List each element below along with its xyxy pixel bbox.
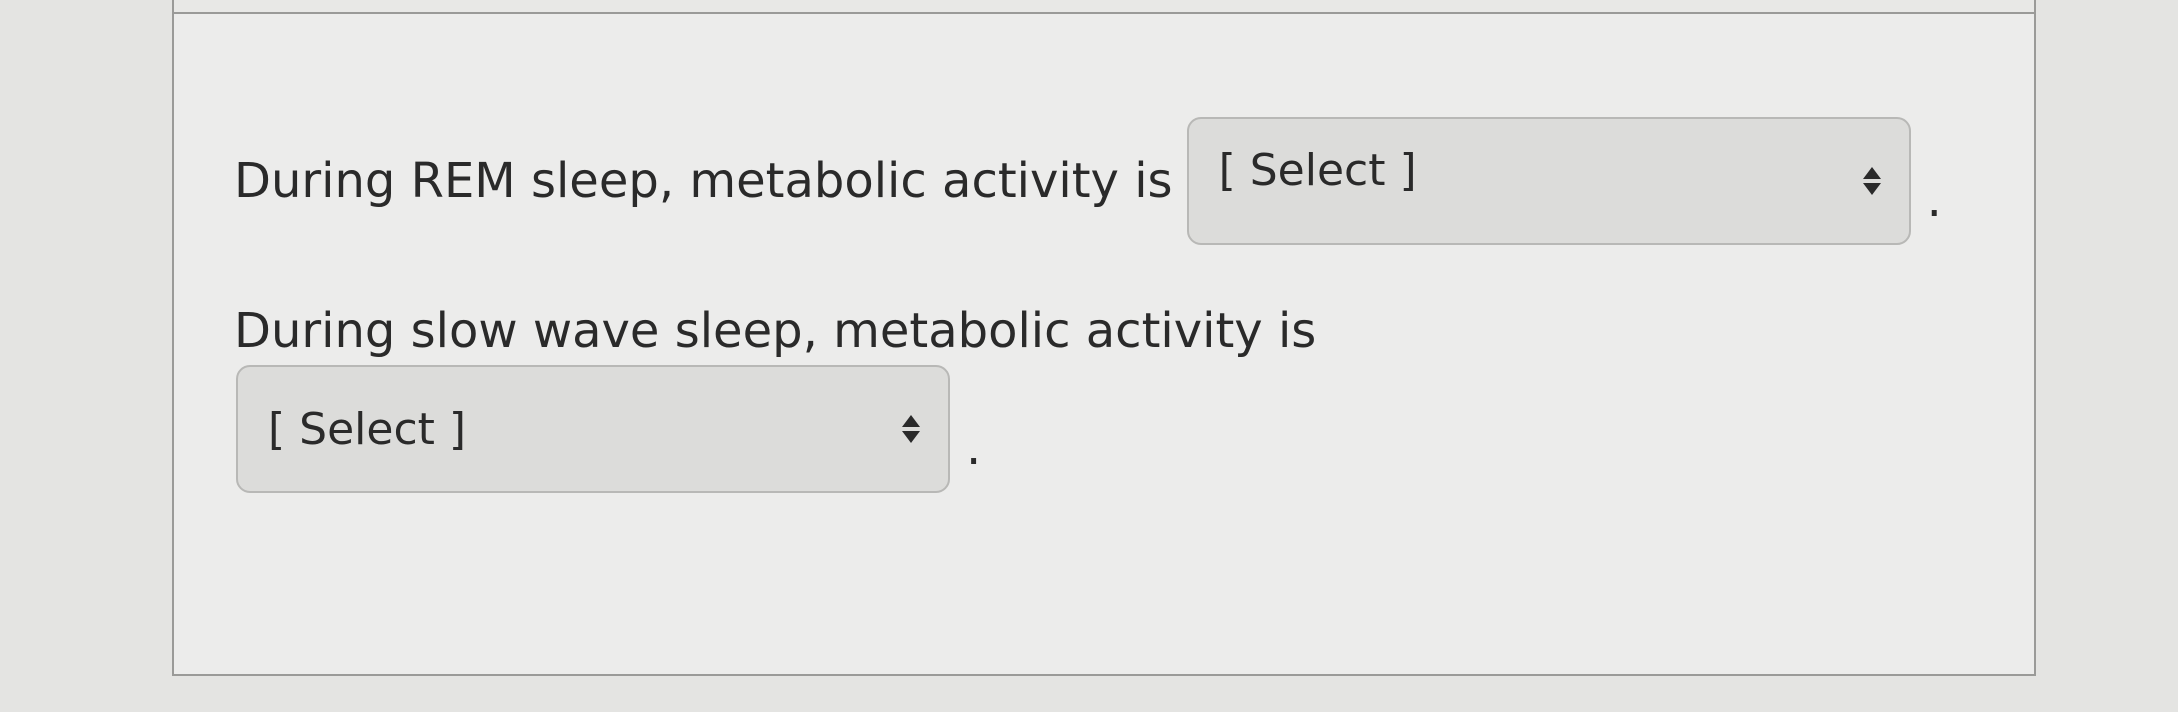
question-1-select[interactable]: [ Select ] (1186, 117, 1911, 245)
select-arrows-icon (1862, 167, 1881, 195)
select-arrows-icon (902, 415, 920, 443)
question-2-select[interactable]: [ Select ] (236, 365, 950, 493)
question-1-select-value: [ Select ] (1218, 145, 1417, 196)
question-1-row: During REM sleep, metabolic activity is … (234, 116, 1942, 246)
question-2-row: During slow wave sleep, metabolic activi… (234, 296, 1316, 366)
question-1-prompt: During REM sleep, metabolic activity is (234, 153, 1173, 209)
question-2-select-row: [ Select ] . (236, 364, 981, 494)
top-divider (172, 0, 2036, 12)
question-2-select-value: [ Select ] (268, 403, 467, 455)
question-2-prompt: During slow wave sleep, metabolic activi… (234, 303, 1317, 359)
question-1-suffix: . (1926, 172, 1942, 228)
question-2-suffix: . (966, 420, 982, 476)
